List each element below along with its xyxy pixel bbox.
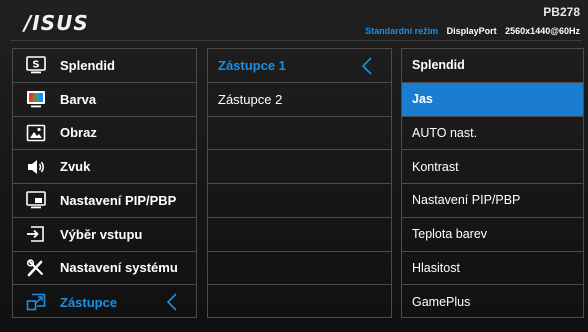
color-icon [25, 89, 47, 109]
sub-menu-empty-row [208, 285, 391, 319]
main-menu-item-input-select[interactable]: Výběr vstupu [13, 218, 196, 252]
sub-menu-empty-row [208, 252, 391, 286]
main-menu-item-barva[interactable]: Barva [13, 83, 196, 117]
main-menu-label: Barva [60, 91, 97, 107]
sub-menu-empty-row [208, 218, 391, 252]
svg-text:S: S [32, 60, 39, 71]
shortcut-icon [25, 292, 47, 312]
option-label: Kontrast [412, 159, 459, 174]
main-menu-label: Zvuk [60, 159, 91, 175]
main-menu: S Splendid Barva Obraz Zvuk Nastavení PI… [12, 48, 197, 318]
option-label: GamePlus [412, 295, 471, 310]
options-menu: Splendid Jas AUTO nast. Kontrast Nastave… [401, 48, 584, 318]
image-icon [25, 123, 47, 143]
sub-menu-label: Zástupce 1 [218, 57, 286, 73]
option-item-pip-pbp[interactable]: Nastavení PIP/PBP [402, 184, 583, 218]
sub-menu-item-shortcut-1[interactable]: Zástupce 1 [208, 49, 391, 83]
status-bar: Standardní režim DisplayPort 2560x1440@6… [365, 26, 580, 36]
tools-icon [25, 258, 47, 278]
option-label: Jas [412, 92, 433, 107]
header-divider [10, 40, 582, 41]
splendid-icon: S [25, 55, 47, 75]
option-item-splendid[interactable]: Splendid [402, 49, 583, 83]
current-resolution: 2560x1440@60Hz [505, 26, 580, 36]
osd-menu: /ISUS PB278 Standardní režim DisplayPort… [0, 0, 588, 332]
sub-menu-empty-row [208, 184, 391, 218]
asus-logo: /ISUS [24, 11, 89, 35]
option-item-jas[interactable]: Jas [402, 82, 583, 117]
option-item-contrast[interactable]: Kontrast [402, 150, 583, 184]
current-input: DisplayPort [446, 26, 497, 36]
main-menu-label: Zástupce [60, 294, 118, 310]
main-menu-item-shortcut[interactable]: Zástupce [13, 285, 196, 319]
main-menu-label: Obraz [60, 125, 97, 141]
option-label: Splendid [412, 58, 465, 73]
speaker-icon [25, 157, 47, 177]
chevron-left-icon [361, 57, 372, 75]
main-menu-label: Nastavení PIP/PBP [60, 192, 177, 208]
main-menu-label: Výběr vstupu [60, 226, 143, 242]
option-label: Hlasitost [412, 260, 460, 275]
current-mode: Standardní režim [365, 26, 439, 36]
main-menu-item-zvuk[interactable]: Zvuk [13, 150, 196, 184]
option-item-gameplus[interactable]: GamePlus [402, 285, 583, 319]
sub-menu-empty-row [208, 117, 391, 151]
main-menu-item-pip-pbp[interactable]: Nastavení PIP/PBP [13, 184, 196, 218]
pip-icon [25, 190, 47, 210]
input-select-icon [25, 224, 47, 244]
chevron-left-icon [166, 293, 177, 311]
option-item-auto-adjust[interactable]: AUTO nast. [402, 117, 583, 151]
main-menu-item-system[interactable]: Nastavení systému [13, 252, 196, 286]
sub-menu: Zástupce 1 Zástupce 2 [207, 48, 392, 318]
option-label: AUTO nast. [412, 125, 478, 140]
option-item-color-temp[interactable]: Teplota barev [402, 218, 583, 252]
option-label: Nastavení PIP/PBP [412, 193, 521, 208]
model-name: PB278 [543, 5, 580, 19]
sub-menu-label: Zástupce 2 [218, 91, 283, 107]
main-menu-item-splendid[interactable]: S Splendid [13, 49, 196, 83]
sub-menu-item-shortcut-2[interactable]: Zástupce 2 [208, 83, 391, 117]
sub-menu-empty-row [208, 150, 391, 184]
main-menu-label: Nastavení systému [60, 260, 178, 276]
option-label: Teplota barev [412, 227, 488, 242]
main-menu-label: Splendid [60, 57, 115, 73]
option-item-volume[interactable]: Hlasitost [402, 252, 583, 286]
main-menu-item-obraz[interactable]: Obraz [13, 117, 196, 151]
